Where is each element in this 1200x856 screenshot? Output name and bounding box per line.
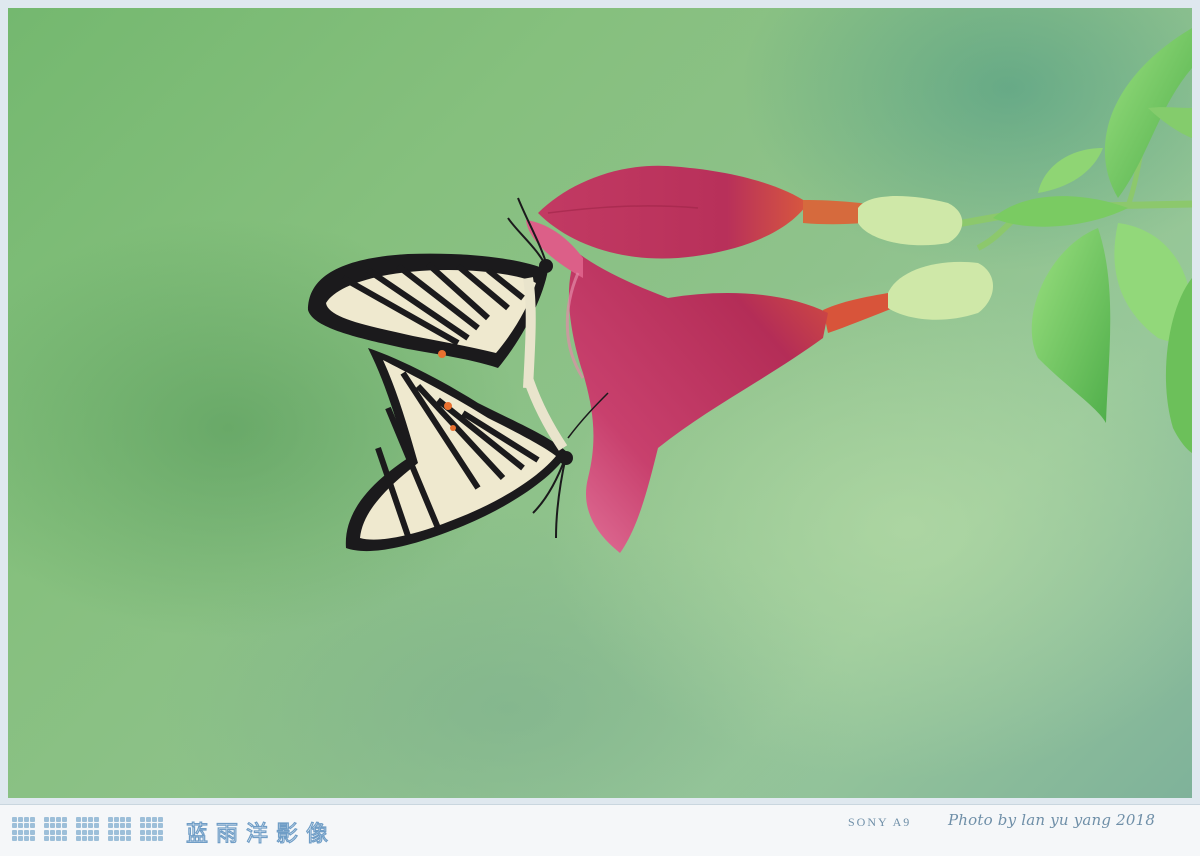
footer-bar: 蓝雨洋影像 SONY A9 Photo by lan yu yang 2018 bbox=[0, 804, 1200, 856]
photo-scene bbox=[308, 28, 1192, 553]
photo-credit: Photo by lan yu yang 2018 bbox=[948, 811, 1156, 829]
studio-name: 蓝雨洋影像 bbox=[185, 821, 337, 847]
dot-block bbox=[76, 817, 100, 841]
flower-open bbox=[526, 220, 993, 553]
camera-model: SONY A9 bbox=[848, 815, 912, 829]
decorative-dot-grid bbox=[12, 817, 164, 843]
bud-upper bbox=[538, 165, 963, 259]
dot-block bbox=[12, 817, 36, 841]
dot-block bbox=[108, 817, 132, 841]
dot-block bbox=[140, 817, 164, 841]
butterfly-upper bbox=[308, 197, 553, 389]
butterfly-lower bbox=[345, 348, 609, 552]
dot-block bbox=[44, 817, 68, 841]
photo bbox=[8, 8, 1192, 798]
photo-frame bbox=[0, 0, 1200, 804]
leaves bbox=[993, 28, 1192, 453]
